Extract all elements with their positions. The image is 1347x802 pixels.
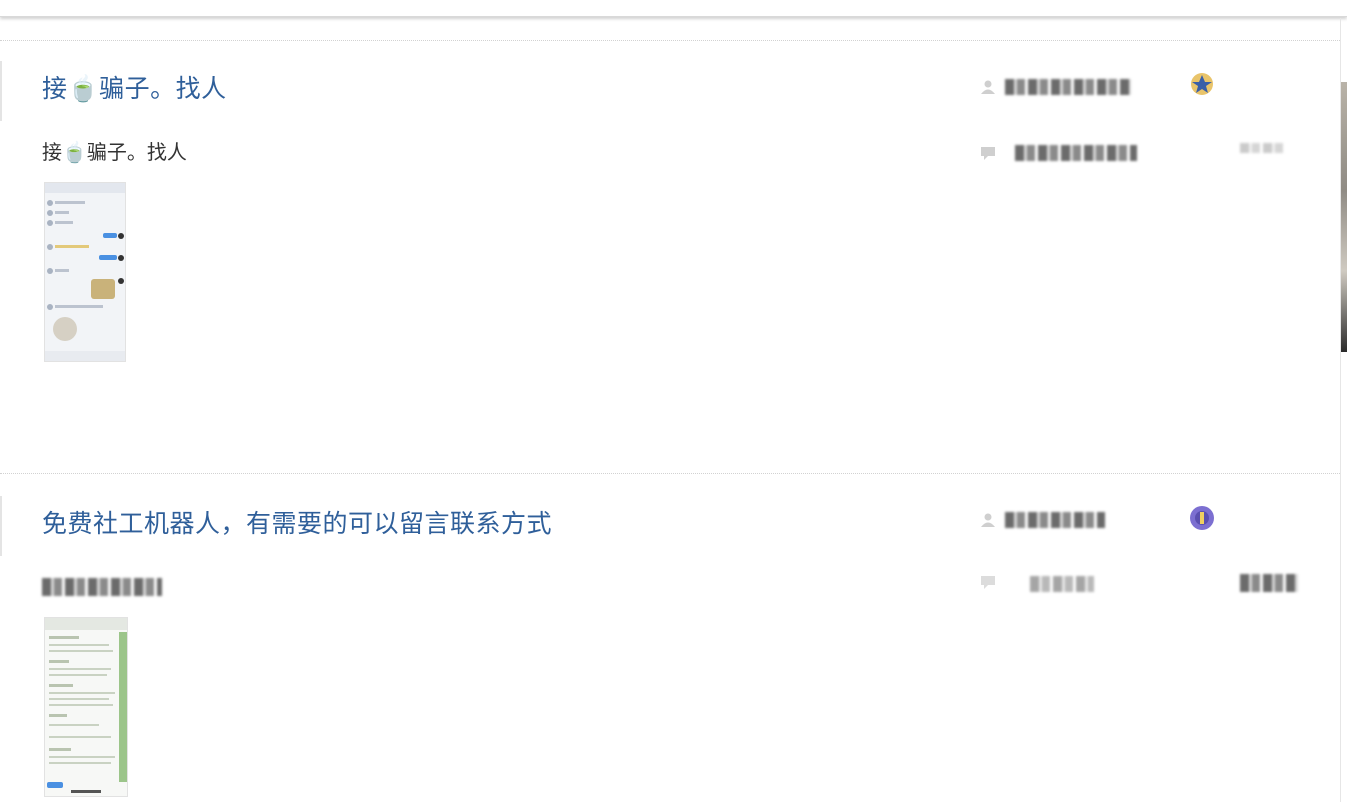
last-reply-redacted[interactable]	[1030, 576, 1094, 592]
last-reply-redacted[interactable]	[1015, 145, 1137, 161]
user-icon	[981, 80, 995, 94]
chat-screenshot-thumbnail-icon	[45, 183, 125, 361]
top-bar	[0, 0, 1347, 17]
sidebar-image-edge	[1341, 82, 1347, 352]
post-excerpt: 接🍵骗子。找人	[42, 140, 187, 164]
blue-star-badge-icon[interactable]	[1188, 70, 1216, 98]
post-item: 接🍵骗子。找人 接🍵骗子。找人	[0, 41, 1340, 471]
post-title-link[interactable]: 接🍵骗子。找人	[42, 69, 227, 105]
reply-count-redacted	[1240, 143, 1284, 153]
purple-globe-badge-icon[interactable]	[1188, 504, 1216, 532]
post-thumbnail[interactable]	[44, 617, 128, 797]
post-item: 免费社工机器人，有需要的可以留言联系方式	[0, 474, 1340, 802]
author-name-redacted[interactable]	[1005, 79, 1131, 95]
chat-screenshot-thumbnail-icon	[45, 618, 127, 796]
user-icon	[981, 513, 995, 527]
post-excerpt-redacted	[42, 578, 162, 596]
post-accent-bar	[0, 496, 2, 556]
post-accent-bar	[0, 61, 2, 121]
reply-count-redacted	[1240, 574, 1298, 592]
author-name-redacted[interactable]	[1005, 512, 1105, 528]
post-thumbnail[interactable]	[44, 182, 126, 362]
comment-icon	[981, 147, 995, 160]
post-title-link[interactable]: 免费社工机器人，有需要的可以留言联系方式	[42, 504, 552, 540]
comment-icon	[981, 576, 995, 589]
